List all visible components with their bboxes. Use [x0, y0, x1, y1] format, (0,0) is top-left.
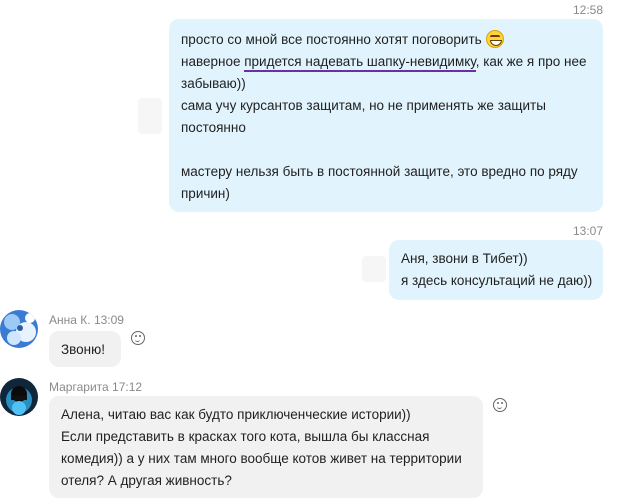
message-line: Если представить в красках того кота, вы… [61, 429, 430, 444]
message-line: сама учу курсантов защитам, но не примен… [181, 98, 546, 113]
message-line: Алена, читаю вас как будто приключенческ… [61, 407, 411, 422]
message-hover-area [362, 256, 386, 282]
outgoing-message-bubble[interactable]: просто со мной все постоянно хотят погов… [169, 19, 603, 212]
message-line: комедия)) а у них там много вообще котов… [61, 451, 462, 466]
message-line: причин) [181, 186, 230, 201]
message-line: Аня, звони в Тибет)) [401, 251, 528, 266]
incoming-message-bubble[interactable]: Алена, читаю вас как будто приключенческ… [49, 396, 483, 498]
message-text: , как же я про нее [475, 54, 587, 69]
message-line: наверное придется надевать шапку-невидим… [181, 51, 591, 73]
message-line: постоянно [181, 120, 246, 135]
message-time: 13:07 [573, 224, 604, 238]
sender-name-line: Анна К. 13:09 [49, 313, 124, 327]
sender-name: Анна К. [49, 313, 91, 327]
message-text: наверное [181, 54, 245, 69]
outgoing-message-bubble[interactable]: Аня, звони в Тибет)) я здесь консультаци… [389, 240, 603, 300]
message-text: просто со мной все постоянно хотят погов… [181, 32, 482, 47]
avatar-image [0, 310, 38, 348]
highlighted-text: придется надевать шапку-невидимку [244, 54, 476, 72]
avatar[interactable] [0, 310, 38, 348]
message-line: просто со мной все постоянно хотят погов… [181, 29, 591, 51]
message-hover-area [138, 98, 162, 134]
message-time: 12:58 [573, 3, 604, 17]
sender-name-line: Маргарита 17:12 [49, 380, 142, 394]
message-time: 13:09 [93, 313, 124, 327]
message-line: мастеру нельзя быть в постоянной защите,… [181, 164, 578, 179]
message-line: Звоню! [61, 342, 106, 357]
message-line: я здесь консультаций не даю)) [401, 273, 593, 288]
smiley-reaction-icon[interactable] [131, 331, 145, 345]
message-line: отеля? А другая живность? [61, 473, 232, 488]
avatar[interactable] [0, 378, 38, 416]
avatar-image [0, 378, 38, 416]
sender-name: Маргарита [49, 380, 109, 394]
smiley-reaction-icon[interactable] [493, 398, 507, 412]
incoming-message-bubble[interactable]: Звоню! [49, 331, 121, 367]
grinning-face-emoji [485, 30, 504, 48]
message-line: забываю)) [181, 76, 246, 91]
message-time: 17:12 [112, 380, 143, 394]
